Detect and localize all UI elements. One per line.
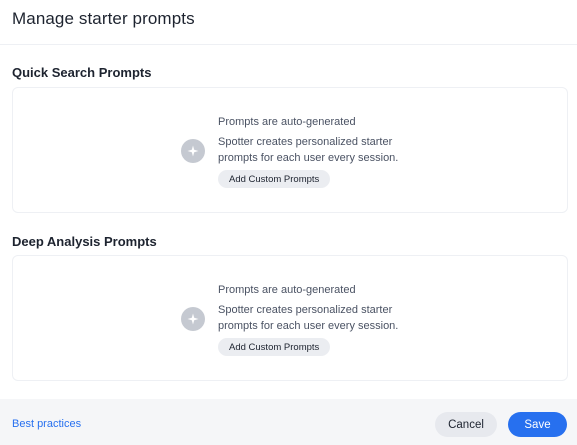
dialog-header: Manage starter prompts [0,0,577,45]
cancel-button[interactable]: Cancel [435,412,497,437]
save-button[interactable]: Save [508,412,567,437]
best-practices-link[interactable]: Best practices [12,418,81,430]
sparkle-icon [181,139,205,163]
section-title-quick-search: Quick Search Prompts [12,65,152,80]
section-title-deep-analysis: Deep Analysis Prompts [12,234,157,249]
card-description: Spotter creates personalized starter pro… [218,136,399,164]
add-custom-prompts-button[interactable]: Add Custom Prompts [218,338,331,356]
quick-search-prompts-card: Prompts are auto-generated Spotter creat… [12,87,568,213]
dialog-title: Manage starter prompts [12,9,195,28]
dialog-footer: Best practices Cancel Save [0,399,577,445]
card-heading: Prompts are auto-generated [218,116,356,128]
deep-analysis-prompts-card: Prompts are auto-generated Spotter creat… [12,255,568,381]
add-custom-prompts-button[interactable]: Add Custom Prompts [218,170,331,188]
card-heading: Prompts are auto-generated [218,284,356,296]
sparkle-icon [181,307,205,331]
card-description: Spotter creates personalized starter pro… [218,304,399,332]
